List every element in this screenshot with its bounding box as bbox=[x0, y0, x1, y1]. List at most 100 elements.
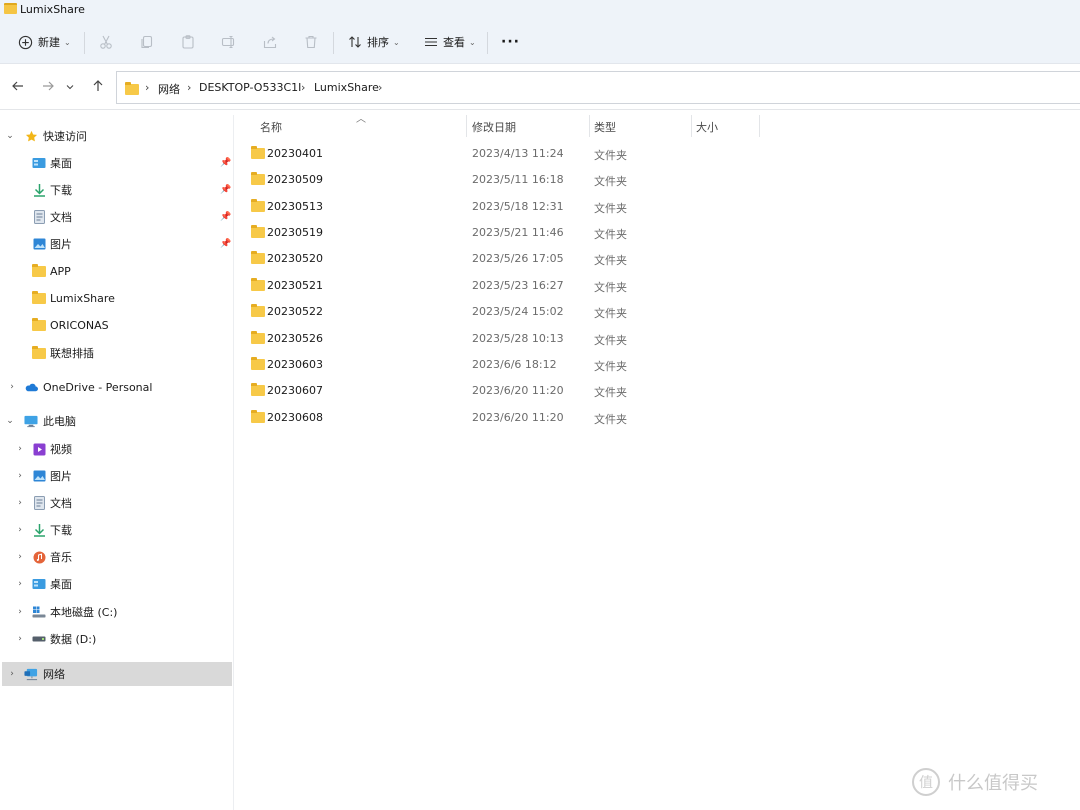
column-header-size[interactable]: 大小 bbox=[696, 119, 718, 135]
back-button[interactable] bbox=[9, 78, 27, 96]
command-bar: 新建 ⌄ 排序 ⌄ 查看 ⌄ ··· bbox=[0, 20, 1080, 64]
sidebar-item-documents-pc[interactable]: › 文档 bbox=[2, 491, 232, 515]
paste-button[interactable] bbox=[179, 28, 197, 56]
rename-icon bbox=[220, 33, 238, 51]
file-row[interactable]: 20230509 2023/5/11 16:18 文件夹 bbox=[248, 167, 768, 191]
sidebar-item-desktop-pc[interactable]: › 桌面 bbox=[2, 572, 232, 596]
file-row[interactable]: 20230608 2023/6/20 11:20 文件夹 bbox=[248, 405, 768, 429]
column-divider[interactable] bbox=[589, 115, 590, 137]
sidebar-item-drive-d[interactable]: › 数据 (D:) bbox=[2, 627, 232, 651]
sidebar-item-label: 下载 bbox=[50, 184, 72, 197]
sidebar-item-lenovo-socket[interactable]: 联想排插 bbox=[2, 341, 232, 365]
pin-icon[interactable]: 📌 bbox=[220, 212, 231, 222]
copy-button[interactable] bbox=[138, 28, 156, 56]
rename-button[interactable] bbox=[220, 28, 238, 56]
file-row[interactable]: 20230401 2023/4/13 11:24 文件夹 bbox=[248, 141, 768, 165]
chevron-right-icon: › bbox=[378, 81, 383, 94]
sidebar-item-videos[interactable]: › 视频 bbox=[2, 437, 232, 461]
column-header-name[interactable]: 名称 bbox=[260, 119, 282, 135]
chevron-right-icon[interactable]: › bbox=[15, 552, 25, 562]
folder-icon bbox=[251, 331, 265, 344]
chevron-right-icon[interactable]: › bbox=[15, 579, 25, 589]
sidebar-item-network[interactable]: › 网络 bbox=[2, 662, 232, 686]
pictures-icon bbox=[32, 237, 46, 251]
folder-icon bbox=[251, 410, 265, 423]
file-row[interactable]: 20230607 2023/6/20 11:20 文件夹 bbox=[248, 378, 768, 402]
chevron-down-icon[interactable]: ⌄ bbox=[5, 416, 15, 426]
column-header-modified[interactable]: 修改日期 bbox=[472, 119, 516, 135]
column-divider[interactable] bbox=[466, 115, 467, 137]
chevron-right-icon[interactable]: › bbox=[15, 634, 25, 644]
sidebar-item-downloads[interactable]: 下载 📌 bbox=[2, 178, 232, 202]
address-bar[interactable]: › 网络 › DESKTOP-O533C1I › LumixShare › bbox=[116, 71, 1080, 104]
breadcrumb-share[interactable]: LumixShare bbox=[314, 81, 379, 94]
file-row[interactable]: 20230513 2023/5/18 12:31 文件夹 bbox=[248, 194, 768, 218]
new-button[interactable]: 新建 ⌄ bbox=[16, 28, 71, 56]
file-modified: 2023/5/24 15:02 bbox=[472, 305, 564, 318]
sidebar-item-music[interactable]: › 音乐 bbox=[2, 545, 232, 569]
chevron-right-icon[interactable]: › bbox=[7, 669, 17, 679]
chevron-down-icon[interactable]: ⌄ bbox=[5, 131, 15, 141]
forward-button[interactable] bbox=[39, 78, 57, 96]
column-divider[interactable] bbox=[759, 115, 760, 137]
file-row[interactable]: 20230526 2023/5/28 10:13 文件夹 bbox=[248, 326, 768, 350]
recent-locations-button[interactable] bbox=[64, 78, 76, 96]
more-button[interactable]: ··· bbox=[501, 28, 520, 56]
file-modified: 2023/5/21 11:46 bbox=[472, 226, 564, 239]
chevron-right-icon[interactable]: › bbox=[15, 525, 25, 535]
up-button[interactable] bbox=[89, 78, 107, 96]
chevron-down-icon: ⌄ bbox=[64, 37, 71, 47]
file-row[interactable]: 20230522 2023/5/24 15:02 文件夹 bbox=[248, 299, 768, 323]
pin-icon[interactable]: 📌 bbox=[220, 185, 231, 195]
sidebar-item-documents[interactable]: 文档 📌 bbox=[2, 205, 232, 229]
file-name: 20230513 bbox=[267, 200, 323, 213]
sidebar-item-label: 网络 bbox=[43, 668, 65, 681]
file-row[interactable]: 20230520 2023/5/26 17:05 文件夹 bbox=[248, 246, 768, 270]
sidebar-item-oriconas[interactable]: ORICONAS bbox=[2, 313, 232, 337]
network-icon bbox=[24, 667, 38, 681]
pin-icon[interactable]: 📌 bbox=[220, 239, 231, 249]
sort-button[interactable]: 排序 ⌄ bbox=[346, 28, 400, 56]
folder-icon bbox=[251, 225, 265, 238]
sidebar-item-pictures-pc[interactable]: › 图片 bbox=[2, 464, 232, 488]
chevron-right-icon[interactable]: › bbox=[15, 498, 25, 508]
folder-icon bbox=[251, 146, 265, 159]
chevron-right-icon[interactable]: › bbox=[7, 382, 17, 392]
sidebar-item-label: 视频 bbox=[50, 443, 72, 456]
sidebar-item-downloads-pc[interactable]: › 下载 bbox=[2, 518, 232, 542]
file-name: 20230519 bbox=[267, 226, 323, 239]
delete-button[interactable] bbox=[302, 28, 320, 56]
sidebar-item-desktop[interactable]: 桌面 📌 bbox=[2, 151, 232, 175]
chevron-right-icon[interactable]: › bbox=[15, 471, 25, 481]
folder-icon bbox=[32, 290, 46, 305]
sidebar-item-onedrive[interactable]: › OneDrive - Personal bbox=[2, 375, 232, 399]
sidebar-item-drive-c[interactable]: › 本地磁盘 (C:) bbox=[2, 600, 232, 624]
share-icon bbox=[261, 33, 279, 51]
chevron-right-icon: › bbox=[301, 81, 306, 94]
sidebar-item-app[interactable]: APP bbox=[2, 259, 232, 283]
folder-icon bbox=[251, 172, 265, 185]
sidebar-item-quick-access[interactable]: ⌄ 快速访问 bbox=[2, 124, 232, 148]
sidebar-item-pictures[interactable]: 图片 📌 bbox=[2, 232, 232, 256]
breadcrumb-network[interactable]: 网络 bbox=[158, 81, 180, 97]
column-divider[interactable] bbox=[691, 115, 692, 137]
chevron-right-icon[interactable]: › bbox=[15, 444, 25, 454]
pin-icon[interactable]: 📌 bbox=[220, 158, 231, 168]
sidebar-item-this-pc[interactable]: ⌄ 此电脑 bbox=[2, 409, 232, 433]
cut-button[interactable] bbox=[97, 28, 115, 56]
share-button[interactable] bbox=[261, 28, 279, 56]
chevron-right-icon[interactable]: › bbox=[15, 607, 25, 617]
file-row[interactable]: 20230521 2023/5/23 16:27 文件夹 bbox=[248, 273, 768, 297]
file-row[interactable]: 20230603 2023/6/6 18:12 文件夹 bbox=[248, 352, 768, 376]
toolbar-divider bbox=[84, 32, 85, 54]
file-modified: 2023/4/13 11:24 bbox=[472, 147, 564, 160]
sidebar-item-label: 音乐 bbox=[50, 551, 72, 564]
breadcrumb-computer[interactable]: DESKTOP-O533C1I bbox=[199, 81, 301, 94]
new-label: 新建 bbox=[38, 36, 60, 49]
column-header-type[interactable]: 类型 bbox=[594, 119, 616, 135]
sidebar-item-lumixshare[interactable]: LumixShare bbox=[2, 286, 232, 310]
file-row[interactable]: 20230519 2023/5/21 11:46 文件夹 bbox=[248, 220, 768, 244]
view-button[interactable]: 查看 ⌄ bbox=[422, 28, 476, 56]
file-modified: 2023/5/28 10:13 bbox=[472, 332, 564, 345]
sort-icon bbox=[346, 33, 364, 51]
